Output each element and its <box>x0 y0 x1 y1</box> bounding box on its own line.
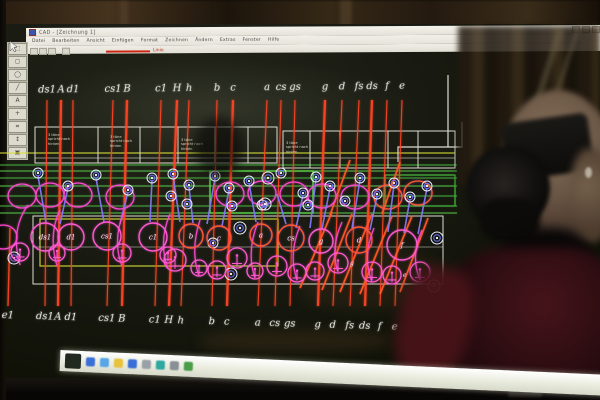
note-label: d <box>329 320 336 331</box>
pipe-circle-small <box>208 261 226 279</box>
pipe-note-label: e <box>403 272 407 279</box>
note-label: cs1 <box>104 84 121 95</box>
pipe-note-label: d1 <box>67 234 76 242</box>
tracker-segment <box>296 195 303 228</box>
note-label: cs1 <box>98 313 115 325</box>
photographer-hand-reflection <box>570 148 600 243</box>
note-label: a <box>264 82 270 93</box>
pipe-circles-upper: ds1 d1 cs1 c1 b c a cs g d f <box>31 222 417 260</box>
tracker-line <box>8 228 10 306</box>
monitor-photo: CAD - [Zeichnung 1] DateiBearbeitenAnsic… <box>0 0 600 400</box>
note-label: gs <box>284 318 296 329</box>
quicklaunch-mail-icon[interactable] <box>128 359 137 368</box>
roller-bearing-icon <box>276 168 286 178</box>
note-label: d <box>339 81 346 92</box>
note-label: fs <box>355 81 364 92</box>
annotation-box: 3 tönespricht nachhinten <box>286 141 308 154</box>
note-label: e1 <box>2 310 15 321</box>
note-label: f <box>378 321 382 332</box>
pipe-note-label: b <box>189 233 194 241</box>
note-label: b <box>208 316 215 327</box>
tracker-segment <box>38 176 46 222</box>
note-label: H <box>173 83 182 94</box>
tracker-line <box>45 100 47 306</box>
pipe-circle: c <box>207 226 231 250</box>
note-label: e <box>399 81 405 92</box>
tracker-segment <box>418 188 427 234</box>
note-label: A <box>57 84 64 95</box>
quicklaunch-ie-icon[interactable] <box>86 357 95 366</box>
reflection-shadow <box>196 118 242 176</box>
roller-bearing-icon <box>431 232 443 244</box>
note-label: d1 <box>67 84 80 95</box>
annotation-box: 3 tönespricht nachhinten <box>110 135 132 148</box>
note-label: cs <box>276 82 287 93</box>
pipe-circle-small <box>227 248 247 268</box>
note-label: c1 <box>149 314 161 325</box>
tracker-line <box>169 100 177 306</box>
pipe-note-label: g <box>319 238 324 246</box>
note-label: B <box>118 314 126 325</box>
pipe-circle-small <box>191 260 207 276</box>
annotation-line: hinten <box>110 144 132 148</box>
annotation-box: 3 tönespricht nachhinten <box>48 133 70 146</box>
note-label: H <box>164 315 173 326</box>
quicklaunch-folder-icon[interactable] <box>114 358 123 367</box>
jacket-reflection <box>452 248 600 388</box>
pipe-note-label: c <box>217 235 221 243</box>
note-label: h <box>177 315 184 326</box>
pipe-circle-small <box>306 262 324 280</box>
pipe-note-label: cs <box>287 235 295 243</box>
annotation-line: hinten <box>286 150 308 154</box>
tracker-line <box>155 100 161 306</box>
roller-bearing-icon <box>303 200 313 210</box>
note-label: g <box>314 319 321 330</box>
pipe-circle: f <box>387 230 417 260</box>
tracker-segment <box>352 180 360 228</box>
note-label: ds <box>366 81 378 92</box>
ring-reflection <box>585 167 592 178</box>
note-label: gs <box>289 82 301 93</box>
pipe-circle-small <box>247 263 263 279</box>
pipe-note-label: c1 <box>149 234 157 242</box>
tracker-curve <box>16 205 28 265</box>
quicklaunch-doc-icon[interactable] <box>170 361 179 370</box>
note-label: g <box>322 82 329 93</box>
note-label: ds <box>359 321 371 332</box>
note-label: B <box>123 84 130 95</box>
note-label: d1 <box>64 312 77 323</box>
note-label: b <box>214 83 221 94</box>
note-label: h <box>186 83 193 94</box>
quicklaunch-explorer-icon[interactable] <box>100 358 109 367</box>
mouse-cursor <box>9 41 19 53</box>
note-label: fs <box>345 320 354 331</box>
quicklaunch-misc-icon[interactable] <box>184 362 193 371</box>
pipe-circle: b <box>179 224 203 248</box>
roller-bearing-icon <box>234 222 246 234</box>
quicklaunch-cad-icon[interactable] <box>156 360 165 369</box>
annotation-line: hinten <box>48 142 70 146</box>
note-label: ds1 <box>38 84 56 95</box>
note-label: a <box>255 318 261 329</box>
start-button[interactable] <box>65 353 82 369</box>
pipe-note-label: a <box>259 232 263 240</box>
pipe-note-label: d <box>357 237 362 245</box>
pipe-note-label: ds1 <box>39 234 52 242</box>
note-label: f <box>385 81 389 92</box>
tracker-line <box>71 100 73 306</box>
tracker-segment <box>96 178 104 222</box>
note-label: c <box>230 83 236 94</box>
pipe-note-label: g <box>350 260 354 267</box>
note-label: cs <box>269 318 280 329</box>
note-label: ds1 <box>36 311 54 323</box>
pipe-note-label: f <box>400 242 405 250</box>
note-label: c <box>224 317 230 328</box>
quicklaunch-media-icon[interactable] <box>142 360 151 369</box>
pipe-note-label: cs1 <box>101 233 113 241</box>
note-label: A <box>54 312 62 323</box>
note-label: c1 <box>155 83 167 94</box>
